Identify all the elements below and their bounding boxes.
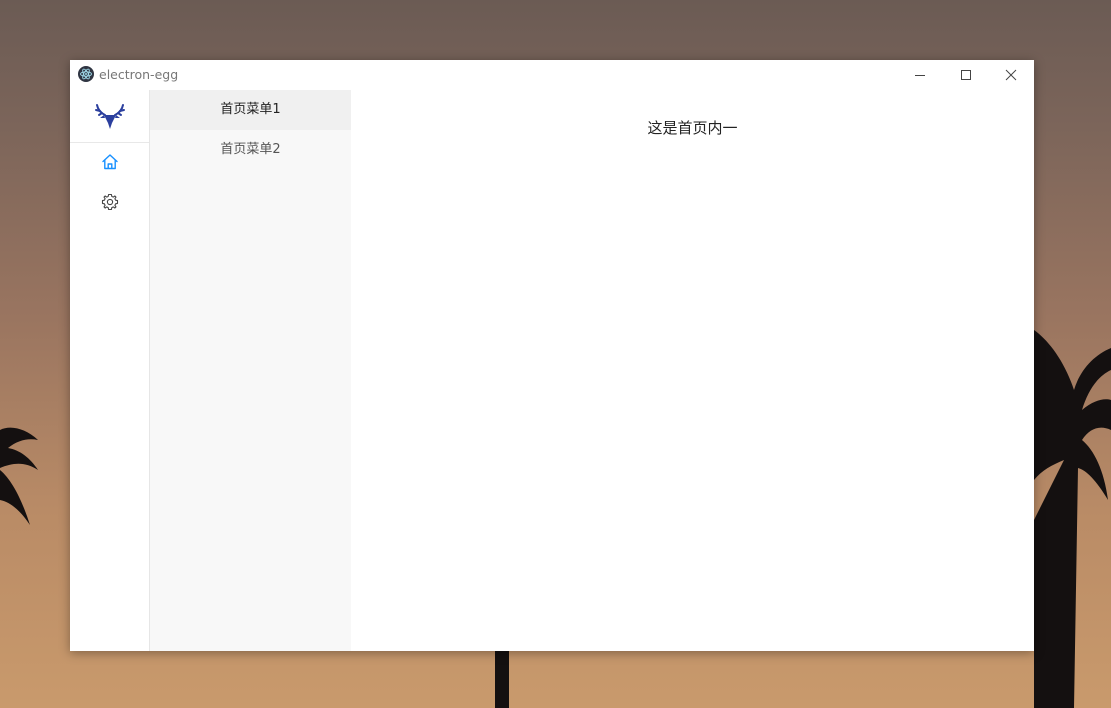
submenu-item-home-2[interactable]: 首页菜单2 — [150, 130, 351, 170]
minimize-button[interactable] — [897, 60, 943, 90]
window-title: electron-egg — [99, 67, 179, 82]
app-window: electron-egg 首页菜单1 首页菜单2 这是首页内一 — [70, 60, 1034, 651]
maximize-button[interactable] — [943, 60, 989, 90]
close-button[interactable] — [988, 60, 1034, 90]
gear-icon — [101, 193, 118, 211]
submenu-item-home-1[interactable]: 首页菜单1 — [150, 90, 351, 130]
app-logo[interactable] — [70, 90, 149, 143]
submenu: 首页菜单1 首页菜单2 — [150, 90, 351, 651]
wallpaper-palm-right — [1034, 330, 1111, 708]
main-content: 这是首页内一 — [351, 90, 1034, 651]
nav-rail — [70, 90, 150, 651]
minimize-icon — [915, 75, 925, 76]
close-icon — [1005, 69, 1017, 81]
wallpaper-palm-trunk-center — [495, 651, 509, 708]
maximize-icon — [961, 70, 971, 80]
wallpaper-palm-left — [0, 427, 38, 525]
deer-logo-icon — [94, 104, 125, 129]
nav-home[interactable] — [70, 145, 149, 179]
home-icon — [101, 154, 118, 170]
nav-settings[interactable] — [70, 185, 149, 219]
content-text: 这是首页内一 — [647, 119, 738, 137]
title-bar[interactable]: electron-egg — [70, 60, 1034, 90]
electron-icon — [78, 66, 94, 82]
